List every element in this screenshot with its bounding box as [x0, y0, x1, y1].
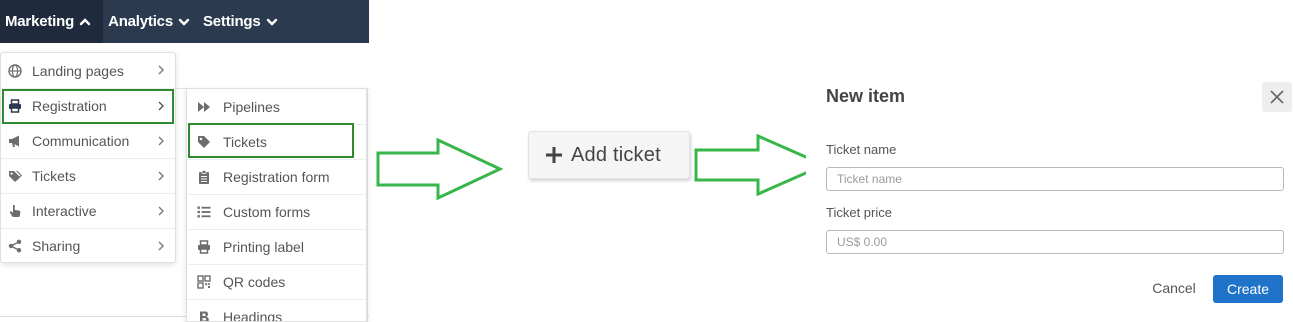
marketing-dropdown-menu: Landing pages Registration Communication…	[0, 52, 176, 263]
clipboard-icon	[196, 169, 212, 185]
menu-item-sharing[interactable]: Sharing	[1, 228, 175, 263]
chevron-up-icon	[79, 16, 91, 28]
close-icon	[1270, 90, 1284, 104]
menu-item-landing-pages[interactable]: Landing pages	[1, 53, 175, 88]
menu-item-label: Interactive	[32, 203, 97, 219]
bold-icon	[196, 309, 212, 321]
chevron-right-icon	[157, 170, 165, 182]
submenu-item-label: Headings	[223, 309, 283, 322]
chevron-down-icon	[178, 16, 190, 28]
chevron-down-icon	[266, 16, 278, 28]
step-arrow-icon	[376, 138, 504, 200]
top-navigation: Marketing Analytics Settings	[0, 0, 369, 43]
registration-highlight-box	[2, 89, 174, 124]
close-button[interactable]	[1262, 82, 1292, 112]
ticket-name-input[interactable]	[826, 167, 1284, 191]
pointer-hand-icon	[7, 203, 23, 219]
fast-forward-icon	[196, 99, 212, 115]
qrcode-icon	[196, 274, 212, 290]
cancel-button[interactable]: Cancel	[1146, 276, 1202, 300]
globe-icon	[7, 63, 23, 79]
share-icon	[7, 238, 23, 254]
chevron-right-icon	[157, 135, 165, 147]
submenu-item-label: Custom forms	[223, 204, 311, 220]
chevron-right-icon	[157, 240, 165, 252]
menu-item-label: Sharing	[32, 238, 81, 254]
nav-marketing-label: Marketing	[5, 13, 75, 30]
nav-analytics[interactable]: Analytics	[103, 0, 198, 43]
submenu-item-headings[interactable]: Headings	[187, 299, 366, 322]
nav-analytics-label: Analytics	[108, 13, 173, 30]
nav-settings-label: Settings	[202, 13, 261, 30]
submenu-item-label: Printing label	[223, 239, 304, 255]
chevron-right-icon	[157, 205, 165, 217]
nav-settings[interactable]: Settings	[198, 0, 286, 43]
menu-item-label: Communication	[32, 133, 130, 149]
menu-item-communication[interactable]: Communication	[1, 123, 175, 158]
menu-item-interactive[interactable]: Interactive	[1, 193, 175, 228]
submenu-item-qr-codes[interactable]: QR codes	[187, 264, 366, 299]
submenu-item-printing-label[interactable]: Printing label	[187, 229, 366, 264]
submenu-item-label: Registration form	[223, 169, 330, 185]
submenu-item-label: QR codes	[223, 274, 286, 290]
create-button[interactable]: Create	[1213, 275, 1283, 303]
tickets-highlight-box	[188, 123, 354, 158]
printer-icon	[196, 239, 212, 255]
nav-marketing[interactable]: Marketing	[0, 0, 104, 43]
dialog-title: New item	[826, 86, 906, 106]
submenu-item-registration-form[interactable]: Registration form	[187, 159, 366, 194]
add-ticket-label: Add ticket	[571, 143, 661, 166]
menu-item-label: Tickets	[32, 168, 76, 184]
menu-item-tickets[interactable]: Tickets	[1, 158, 175, 193]
submenu-item-label: Pipelines	[223, 98, 280, 115]
ticket-price-input[interactable]	[826, 230, 1284, 254]
add-ticket-button[interactable]: Add ticket	[528, 131, 690, 179]
ticket-name-label: Ticket name	[826, 142, 897, 157]
tags-icon	[7, 168, 23, 184]
list-icon	[196, 204, 212, 220]
submenu-item-pipelines[interactable]: Pipelines	[187, 89, 366, 124]
chevron-right-icon	[157, 64, 165, 76]
menu-item-label: Landing pages	[32, 62, 124, 79]
ticket-price-label: Ticket price	[826, 205, 892, 220]
submenu-item-custom-forms[interactable]: Custom forms	[187, 194, 366, 229]
plus-icon	[545, 146, 563, 164]
new-item-dialog: New item Ticket name Ticket price Cancel…	[806, 62, 1293, 322]
megaphone-icon	[7, 133, 23, 149]
